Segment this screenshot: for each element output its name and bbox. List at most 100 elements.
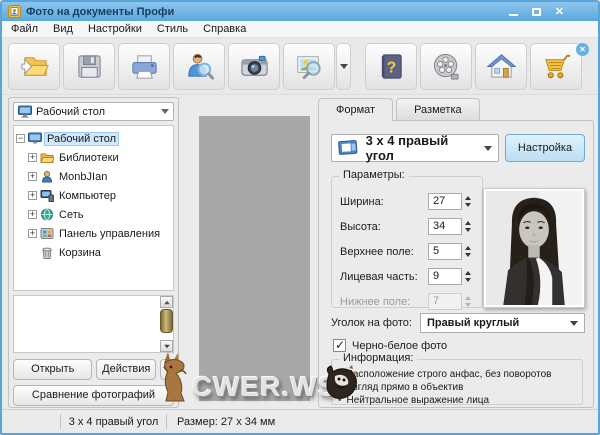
- format-value: 3 x 4 правый угол: [366, 133, 478, 163]
- tree-item-desktop[interactable]: Рабочий стол: [16, 129, 171, 148]
- height-input[interactable]: 34: [428, 218, 462, 235]
- tree-item-user[interactable]: MonbJIan: [16, 167, 171, 186]
- view-photo-button[interactable]: [283, 43, 335, 90]
- info-item: •Взгляд прямо в объектив: [338, 381, 576, 394]
- parameters-legend: Параметры:: [339, 169, 409, 181]
- bw-checkbox-label: Черно-белое фото: [352, 340, 447, 352]
- menu-item-help[interactable]: Справка: [203, 23, 246, 35]
- width-input[interactable]: 27: [428, 193, 462, 210]
- tree-item-control-panel[interactable]: Панель управления: [16, 224, 171, 243]
- height-stepper[interactable]: [462, 218, 474, 235]
- corner-value: Правый круглый: [427, 317, 519, 329]
- compare-photos-button[interactable]: Сравнение фотографий: [13, 385, 174, 406]
- chevron-down-icon: [161, 109, 169, 114]
- tree-item-label: Панель управления: [57, 228, 162, 240]
- bottom-margin-input: 7: [428, 293, 462, 310]
- network-icon: [40, 208, 54, 221]
- window-title: Фото на документы Профи: [26, 6, 174, 18]
- expand-icon[interactable]: [28, 229, 37, 238]
- save-button[interactable]: [63, 43, 115, 90]
- settings-button[interactable]: Настройка: [505, 134, 585, 162]
- toolbar-close-icon[interactable]: ✕: [576, 43, 589, 56]
- view-photo-dropdown[interactable]: [336, 43, 351, 90]
- folder-tree: Рабочий стол Библиотеки MonbJIan: [13, 125, 174, 291]
- scroll-up-icon[interactable]: [160, 296, 173, 308]
- bw-check-row: Черно-белое фото: [333, 339, 447, 352]
- tab-format[interactable]: Формат: [318, 98, 393, 121]
- status-size: Размер: 27 x 34 мм: [167, 416, 275, 428]
- collapse-icon[interactable]: [16, 134, 25, 143]
- find-person-icon: [184, 51, 215, 82]
- file-list[interactable]: [13, 295, 174, 353]
- param-row-height: Высота: 34: [340, 214, 474, 239]
- info-item: •Нейтральное выражение лица: [338, 394, 576, 407]
- minimize-icon[interactable]: [509, 14, 518, 16]
- bw-checkbox[interactable]: [333, 339, 346, 352]
- help-button[interactable]: ?: [365, 43, 417, 90]
- home-icon: [486, 51, 517, 82]
- menu-item-view[interactable]: Вид: [53, 23, 73, 35]
- title-bar: Фото на документы Профи ✕: [2, 2, 598, 21]
- tree-item-label: Компьютер: [57, 190, 118, 202]
- face-part-stepper[interactable]: [462, 268, 474, 285]
- menu-item-style[interactable]: Стиль: [157, 23, 188, 35]
- expand-icon[interactable]: [28, 191, 37, 200]
- actions-dropdown[interactable]: [160, 359, 174, 380]
- menu-item-file[interactable]: Файл: [11, 23, 38, 35]
- tree-item-computer[interactable]: Компьютер: [16, 186, 171, 205]
- scrollbar[interactable]: [160, 296, 173, 352]
- format-icon: [338, 139, 360, 157]
- maximize-icon[interactable]: [532, 8, 541, 16]
- svg-text:?: ?: [386, 59, 395, 76]
- open-file-button[interactable]: Открыть: [13, 359, 92, 380]
- buy-icon: [541, 51, 572, 82]
- expand-icon[interactable]: [28, 172, 37, 181]
- tree-item-libraries[interactable]: Библиотеки: [16, 148, 171, 167]
- actions-button[interactable]: Действия: [96, 359, 156, 380]
- desktop-icon: [28, 132, 42, 145]
- scroll-down-icon[interactable]: [160, 340, 173, 352]
- tab-layout[interactable]: Разметка: [396, 98, 480, 121]
- tree-item-recycle-bin[interactable]: Корзина: [16, 243, 171, 262]
- top-margin-stepper[interactable]: [462, 243, 474, 260]
- video-button[interactable]: [420, 43, 472, 90]
- chevron-down-icon: [484, 146, 492, 151]
- camera-button[interactable]: [228, 43, 280, 90]
- location-combobox[interactable]: Рабочий стол: [13, 102, 174, 121]
- expand-icon[interactable]: [28, 210, 37, 219]
- control-panel-icon: [40, 227, 54, 240]
- bottom-margin-stepper: [462, 293, 474, 310]
- chevron-down-icon: [340, 64, 348, 69]
- user-icon: [40, 170, 54, 183]
- status-format: 3 x 4 правый угол: [61, 416, 166, 428]
- expand-icon[interactable]: [28, 153, 37, 162]
- face-part-input[interactable]: 9: [428, 268, 462, 285]
- corner-combobox[interactable]: Правый круглый: [420, 313, 585, 333]
- menu-item-settings[interactable]: Настройки: [88, 23, 142, 35]
- app-window: Фото на документы Профи ✕ Файл Вид Настр…: [0, 0, 600, 435]
- status-cell-empty: [2, 410, 60, 433]
- format-combobox[interactable]: 3 x 4 правый угол: [331, 134, 499, 162]
- width-stepper[interactable]: [462, 193, 474, 210]
- param-row-top-margin: Верхнее поле: 5: [340, 239, 474, 264]
- view-photo-icon: [294, 51, 325, 82]
- photo-preview-canvas[interactable]: [199, 116, 310, 401]
- home-button[interactable]: [475, 43, 527, 90]
- status-bar: 3 x 4 правый угол Размер: 27 x 34 мм: [2, 409, 598, 433]
- find-person-button[interactable]: [173, 43, 225, 90]
- save-icon: [74, 51, 105, 82]
- toolbar: ?: [2, 38, 598, 95]
- tree-item-network[interactable]: Сеть: [16, 205, 171, 224]
- buy-button[interactable]: [530, 43, 582, 90]
- right-tabs: Формат Разметка: [318, 98, 483, 121]
- tree-item-label: Библиотеки: [57, 152, 121, 164]
- open-button[interactable]: [8, 43, 60, 90]
- tree-item-label: Рабочий стол: [45, 133, 118, 145]
- close-icon[interactable]: ✕: [555, 7, 564, 17]
- print-button[interactable]: [118, 43, 170, 90]
- param-row-bottom-margin: Нижнее поле: 7: [340, 289, 474, 314]
- chevron-down-icon: [570, 321, 578, 326]
- top-margin-input[interactable]: 5: [428, 243, 462, 260]
- sample-photo: [483, 188, 585, 308]
- scrollbar-thumb[interactable]: [160, 309, 173, 333]
